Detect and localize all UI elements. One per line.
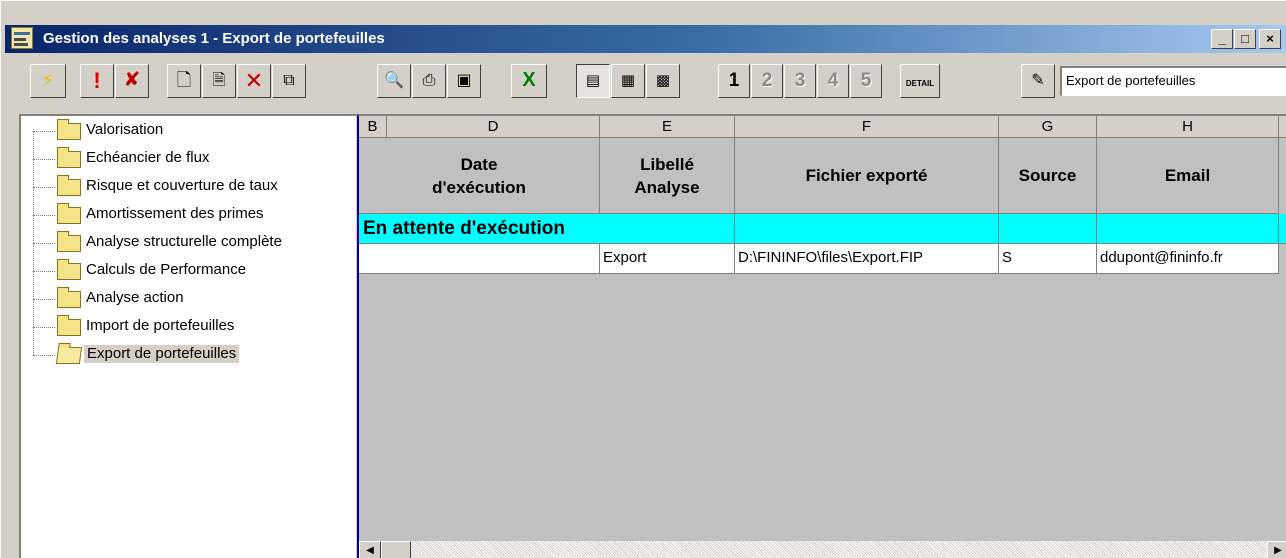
folder-icon: [57, 147, 81, 168]
cell-date[interactable]: [359, 244, 600, 274]
print-button[interactable]: ⎙: [412, 64, 446, 98]
cancel-run-button[interactable]: ✘: [115, 64, 149, 98]
window-title: Gestion des analyses 1 - Export de porte…: [43, 30, 385, 47]
properties-icon: 🗎: [212, 72, 226, 89]
save-button[interactable]: ▣: [447, 64, 481, 98]
level-3-button[interactable]: 3: [784, 64, 816, 98]
scroll-right-button[interactable]: ▶: [1267, 541, 1286, 558]
tree-item-label: Risque et couverture de taux: [86, 177, 278, 194]
view-grid-icon: ▩: [655, 72, 671, 89]
folder-icon: [57, 287, 81, 308]
column-header-e[interactable]: E: [600, 116, 735, 138]
section-divider: [735, 214, 999, 244]
tree-item-label: Echéancier de flux: [86, 149, 210, 166]
analysis-tree[interactable]: Valorisation Echéancier de flux Risque e…: [19, 114, 357, 558]
excel-icon: X: [522, 69, 536, 91]
folder-icon: [57, 315, 81, 336]
view-tree-icon: ▤: [585, 72, 601, 89]
pencil-icon: ✎: [1031, 72, 1045, 89]
view-form-button[interactable]: ▦: [611, 64, 645, 98]
folder-icon: [57, 259, 81, 280]
level-1-button[interactable]: 1: [718, 64, 750, 98]
folder-icon: [57, 119, 81, 140]
print-icon: ⎙: [422, 72, 436, 89]
window-button[interactable]: ⧉: [272, 64, 306, 98]
level-4-button[interactable]: 4: [817, 64, 849, 98]
print-preview-icon: 🔍: [384, 72, 404, 89]
tree-item-label: Analyse action: [86, 289, 184, 306]
properties-button[interactable]: 🗎: [202, 64, 236, 98]
run-lightning-button[interactable]: ⚡: [30, 64, 66, 98]
application-window: Gestion des analyses 1 - Export de porte…: [0, 0, 1286, 558]
cancel-run-icon: ✘: [123, 69, 141, 91]
save-icon: ▣: [456, 72, 472, 89]
header-fichier-exporte[interactable]: Fichier exporté: [735, 138, 999, 214]
scroll-left-button[interactable]: ◀: [359, 541, 381, 558]
view-grid-button[interactable]: ▩: [646, 64, 680, 98]
section-divider: [1097, 214, 1279, 244]
delete-icon: ✕: [244, 68, 264, 93]
new-document-icon: 🗋: [176, 70, 192, 90]
column-header-d[interactable]: D: [387, 116, 600, 138]
horizontal-scrollbar[interactable]: ◀ ▶: [359, 541, 1286, 558]
detail-label: DETAIL: [905, 79, 935, 88]
section-label: En attente d'exécution: [363, 218, 565, 239]
app-icon[interactable]: [11, 27, 33, 49]
header-libelle-line2: Analyse: [634, 177, 700, 197]
lightning-icon: ⚡: [41, 70, 55, 90]
excel-export-button[interactable]: X: [511, 64, 547, 98]
delete-button[interactable]: ✕: [237, 64, 271, 98]
header-date-execution[interactable]: Date d'exécution: [359, 138, 600, 214]
column-header-g[interactable]: G: [999, 116, 1097, 138]
level-2-button[interactable]: 2: [751, 64, 783, 98]
view-tree-button[interactable]: ▤: [576, 64, 610, 98]
tree-item-label: Amortissement des primes: [86, 205, 264, 222]
tree-item-label: Analyse structurelle complète: [86, 233, 282, 250]
header-email[interactable]: Email: [1097, 138, 1279, 214]
column-header-f[interactable]: F: [735, 116, 999, 138]
analysis-name-field[interactable]: Export de portefeuilles: [1060, 66, 1286, 96]
cell-source[interactable]: S: [999, 244, 1097, 274]
column-header-h[interactable]: H: [1097, 116, 1279, 138]
close-button[interactable]: ×: [1259, 29, 1281, 49]
tree-item-label-selected: Export de portefeuilles: [84, 345, 240, 363]
cell-libelle[interactable]: Export: [600, 244, 735, 274]
toolbar: ⚡ ! ✘ 🗋 🗎 ✕ ⧉ 🔍 ⎙ ▣ X ▤ ▦ ▩ 1 2 3 4 5 DE…: [5, 57, 1286, 105]
window-icon: ⧉: [283, 72, 295, 89]
cell-email[interactable]: ddupont@fininfo.fr: [1097, 244, 1279, 274]
detail-button[interactable]: DETAIL: [900, 64, 940, 98]
header-libelle-analyse[interactable]: Libellé Analyse: [600, 138, 735, 214]
header-libelle-line1: Libellé: [640, 154, 694, 174]
maximize-button[interactable]: □: [1234, 29, 1256, 49]
execute-button[interactable]: !: [80, 64, 114, 98]
folder-icon: [57, 231, 81, 252]
tree-item-label: Import de portefeuilles: [86, 317, 235, 334]
arrow-right-icon: ▶: [1274, 545, 1282, 556]
column-header-b[interactable]: B: [359, 116, 387, 138]
open-folder-icon: [55, 347, 83, 364]
new-button[interactable]: 🗋: [167, 64, 201, 98]
print-preview-button[interactable]: 🔍: [377, 64, 411, 98]
view-form-icon: ▦: [620, 72, 636, 89]
minimize-button[interactable]: _: [1211, 29, 1233, 49]
analysis-grid[interactable]: B D E F G H Date d'exécution Libellé Analy…: [357, 114, 1286, 558]
header-date-line1: Date: [460, 154, 498, 174]
header-date-line2: d'exécution: [432, 177, 526, 197]
arrow-left-icon: ◀: [366, 545, 374, 556]
tree-item-label: Valorisation: [86, 121, 164, 138]
level-5-button[interactable]: 5: [850, 64, 882, 98]
scroll-thumb[interactable]: [381, 541, 411, 558]
folder-icon: [57, 203, 81, 224]
cell-fichier[interactable]: D:\FININFO\files\Export.FIP: [735, 244, 999, 274]
edit-analysis-button[interactable]: ✎: [1021, 64, 1055, 98]
scroll-track[interactable]: [411, 541, 1267, 558]
tree-item-label: Calculs de Performance: [86, 261, 247, 278]
header-source[interactable]: Source: [999, 138, 1097, 214]
folder-icon: [57, 175, 81, 196]
column-header-filler: [1279, 116, 1286, 138]
section-divider: [999, 214, 1097, 244]
exclamation-icon: !: [93, 68, 101, 93]
